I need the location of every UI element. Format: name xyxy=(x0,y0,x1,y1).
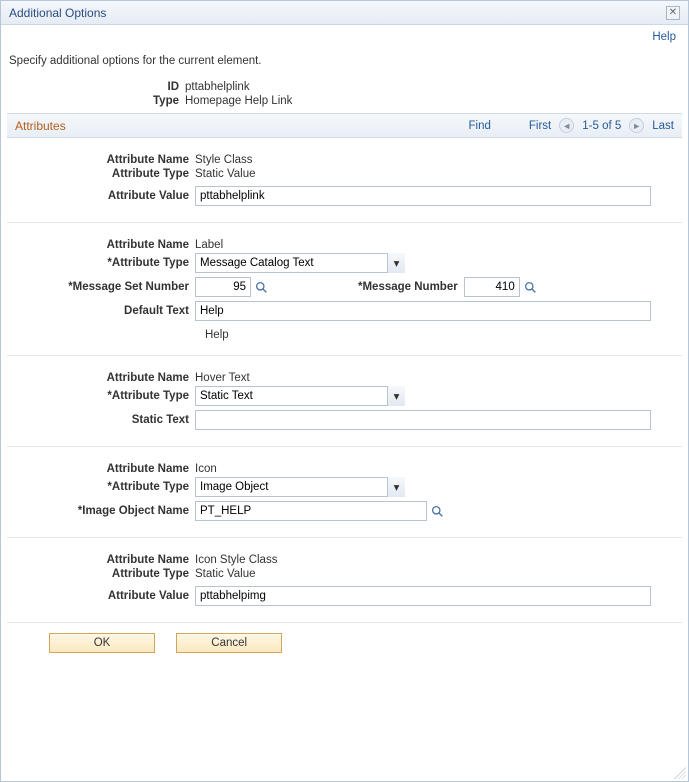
dialog-title: Additional Options xyxy=(9,6,106,20)
attr-type-select[interactable] xyxy=(195,386,405,406)
page-range[interactable]: 1-5 of 5 xyxy=(582,120,621,132)
attr-value-input[interactable] xyxy=(195,586,651,606)
attr-name-value: Label xyxy=(195,239,223,251)
attr-type-label: Attribute Type xyxy=(17,568,195,580)
static-text-label: Static Text xyxy=(17,414,195,426)
instruction-text: Specify additional options for the curre… xyxy=(7,51,682,79)
titlebar: Additional Options ✕ xyxy=(1,1,688,25)
attr-name-value: Icon xyxy=(195,463,217,475)
attr-name-value: Icon Style Class xyxy=(195,554,277,566)
attribute-block: Attribute Name Style Class Attribute Typ… xyxy=(7,138,682,223)
attr-name-label: Attribute Name xyxy=(17,239,195,251)
attr-name-value: Style Class xyxy=(195,154,253,166)
image-obj-input[interactable] xyxy=(195,501,427,521)
cancel-button[interactable]: Cancel xyxy=(176,633,282,653)
attr-name-value: Hover Text xyxy=(195,372,250,384)
search-icon[interactable] xyxy=(431,505,444,518)
attr-value-input[interactable] xyxy=(195,186,651,206)
attr-name-label: Attribute Name xyxy=(17,154,195,166)
next-icon[interactable]: ► xyxy=(629,118,644,133)
search-icon[interactable] xyxy=(524,281,537,294)
attribute-block: Attribute Name Icon Style Class Attribut… xyxy=(7,538,682,623)
attr-name-label: Attribute Name xyxy=(17,463,195,475)
attr-value-label: Attribute Value xyxy=(17,590,195,602)
help-bar: Help xyxy=(1,25,688,45)
type-value: Homepage Help Link xyxy=(185,95,292,107)
msg-set-label: *Message Set Number xyxy=(17,281,195,293)
type-label: Type xyxy=(7,95,185,107)
last-link[interactable]: Last xyxy=(652,120,674,132)
attribute-block: Attribute Name Label *Attribute Type ▾ *… xyxy=(7,223,682,356)
default-text-input[interactable] xyxy=(195,301,651,321)
prev-icon[interactable]: ◄ xyxy=(559,118,574,133)
attributes-title: Attributes xyxy=(15,119,66,133)
dialog-window: Additional Options ✕ Help Specify additi… xyxy=(0,0,689,782)
attr-type-select[interactable] xyxy=(195,477,405,497)
button-bar: OK Cancel xyxy=(7,623,682,663)
msg-num-input[interactable] xyxy=(464,277,520,297)
attribute-block: Attribute Name Hover Text *Attribute Typ… xyxy=(7,356,682,447)
close-icon[interactable]: ✕ xyxy=(666,6,680,20)
attribute-block: Attribute Name Icon *Attribute Type ▾ *I… xyxy=(7,447,682,538)
search-icon[interactable] xyxy=(255,281,268,294)
attr-type-req-label: *Attribute Type xyxy=(17,390,195,402)
first-link[interactable]: First xyxy=(529,120,551,132)
attr-name-label: Attribute Name xyxy=(17,554,195,566)
msg-set-input[interactable] xyxy=(195,277,251,297)
find-link[interactable]: Find xyxy=(469,120,491,132)
resize-grip-icon[interactable] xyxy=(674,767,686,779)
msg-num-label: *Message Number xyxy=(358,281,464,293)
resolved-text: Help xyxy=(17,323,672,341)
default-text-label: Default Text xyxy=(17,305,195,317)
id-value: pttabhelplink xyxy=(185,81,250,93)
attr-type-value: Static Value xyxy=(195,168,256,180)
attr-type-select[interactable] xyxy=(195,253,405,273)
ok-button[interactable]: OK xyxy=(49,633,155,653)
id-label: ID xyxy=(7,81,185,93)
attr-type-value: Static Value xyxy=(195,568,256,580)
pager: Find First ◄ 1-5 of 5 ► Last xyxy=(469,118,674,133)
attr-type-req-label: *Attribute Type xyxy=(17,257,195,269)
attr-value-label: Attribute Value xyxy=(17,190,195,202)
static-text-input[interactable] xyxy=(195,410,651,430)
help-link[interactable]: Help xyxy=(652,31,676,43)
attr-type-req-label: *Attribute Type xyxy=(17,481,195,493)
image-obj-label: *Image Object Name xyxy=(17,505,195,517)
attributes-header: Attributes Find First ◄ 1-5 of 5 ► Last xyxy=(7,113,682,138)
attr-type-label: Attribute Type xyxy=(17,168,195,180)
attr-name-label: Attribute Name xyxy=(17,372,195,384)
